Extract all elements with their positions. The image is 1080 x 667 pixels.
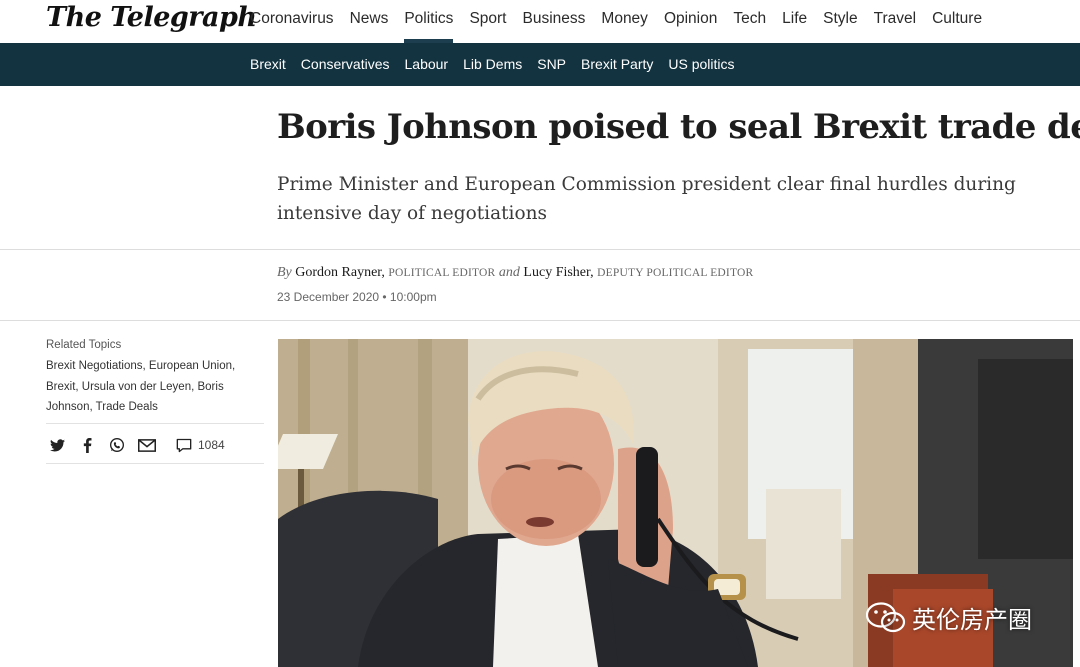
author-link[interactable]: Lucy Fisher, [523, 265, 593, 280]
divider [46, 463, 264, 464]
facebook-icon[interactable] [78, 436, 96, 454]
nav-item-opinion[interactable]: Opinion [664, 0, 717, 43]
nav-item-money[interactable]: Money [601, 0, 648, 43]
nav-item-culture[interactable]: Culture [932, 0, 982, 43]
article-standfirst: Prime Minister and European Commission p… [277, 174, 1016, 224]
nav-item-style[interactable]: Style [823, 0, 857, 43]
whatsapp-icon[interactable] [108, 436, 126, 454]
byline-by: By [277, 265, 292, 280]
divider [46, 423, 264, 424]
subnav-item-snp[interactable]: SNP [537, 43, 566, 86]
nav-item-tech[interactable]: Tech [733, 0, 766, 43]
subnav-item-us-politics[interactable]: US politics [668, 43, 734, 86]
wechat-icon [866, 601, 906, 632]
watermark: 英伦房产圈 [866, 600, 1032, 635]
comment-icon [176, 438, 192, 452]
publish-date: 23 December 2020 • 10:00pm [277, 290, 437, 304]
email-icon[interactable] [138, 436, 156, 454]
divider [0, 320, 1080, 321]
subnav-item-conservatives[interactable]: Conservatives [301, 43, 390, 86]
author-role: Political Editor [388, 267, 496, 279]
top-navigation: The Telegraph Coronavirus News Politics … [0, 0, 1080, 43]
subnav-item-brexit-party[interactable]: Brexit Party [581, 43, 653, 86]
nav-item-coronavirus[interactable]: Coronavirus [250, 0, 334, 43]
comments-button[interactable]: 1084 [176, 438, 225, 453]
twitter-icon[interactable] [48, 436, 66, 454]
nav-item-travel[interactable]: Travel [874, 0, 917, 43]
nav-item-business[interactable]: Business [523, 0, 586, 43]
nav-item-life[interactable]: Life [782, 0, 807, 43]
related-topics-title: Related Topics [46, 339, 122, 351]
subnav-item-brexit[interactable]: Brexit [250, 43, 286, 86]
byline: By Gordon Rayner, Political Editor and L… [277, 265, 753, 281]
subnav-item-labour[interactable]: Labour [405, 43, 449, 86]
author-link[interactable]: Gordon Rayner, [295, 265, 385, 280]
subnav-item-lib-dems[interactable]: Lib Dems [463, 43, 522, 86]
author-role: Deputy Political Editor [597, 267, 754, 279]
telegraph-logo[interactable]: The Telegraph [46, 2, 257, 33]
watermark-text: 英伦房产圈 [912, 606, 1032, 634]
main-nav: Coronavirus News Politics Sport Business… [250, 0, 998, 43]
nav-item-news[interactable]: News [350, 0, 389, 43]
nav-item-politics[interactable]: Politics [404, 0, 454, 43]
article-headline: Boris Johnson poised to seal Brexit trad… [277, 107, 1080, 147]
comment-count: 1084 [198, 438, 225, 452]
politics-subnav: Brexit Conservatives Labour Lib Dems SNP… [250, 43, 750, 86]
byline-and: and [498, 265, 520, 280]
related-topics-list[interactable]: Brexit Negotiations, European Union, Bre… [46, 356, 251, 418]
divider [0, 249, 1080, 250]
share-bar: 1084 [48, 436, 225, 454]
sub-navigation: Brexit Conservatives Labour Lib Dems SNP… [0, 43, 1080, 86]
nav-item-sport[interactable]: Sport [469, 0, 506, 43]
